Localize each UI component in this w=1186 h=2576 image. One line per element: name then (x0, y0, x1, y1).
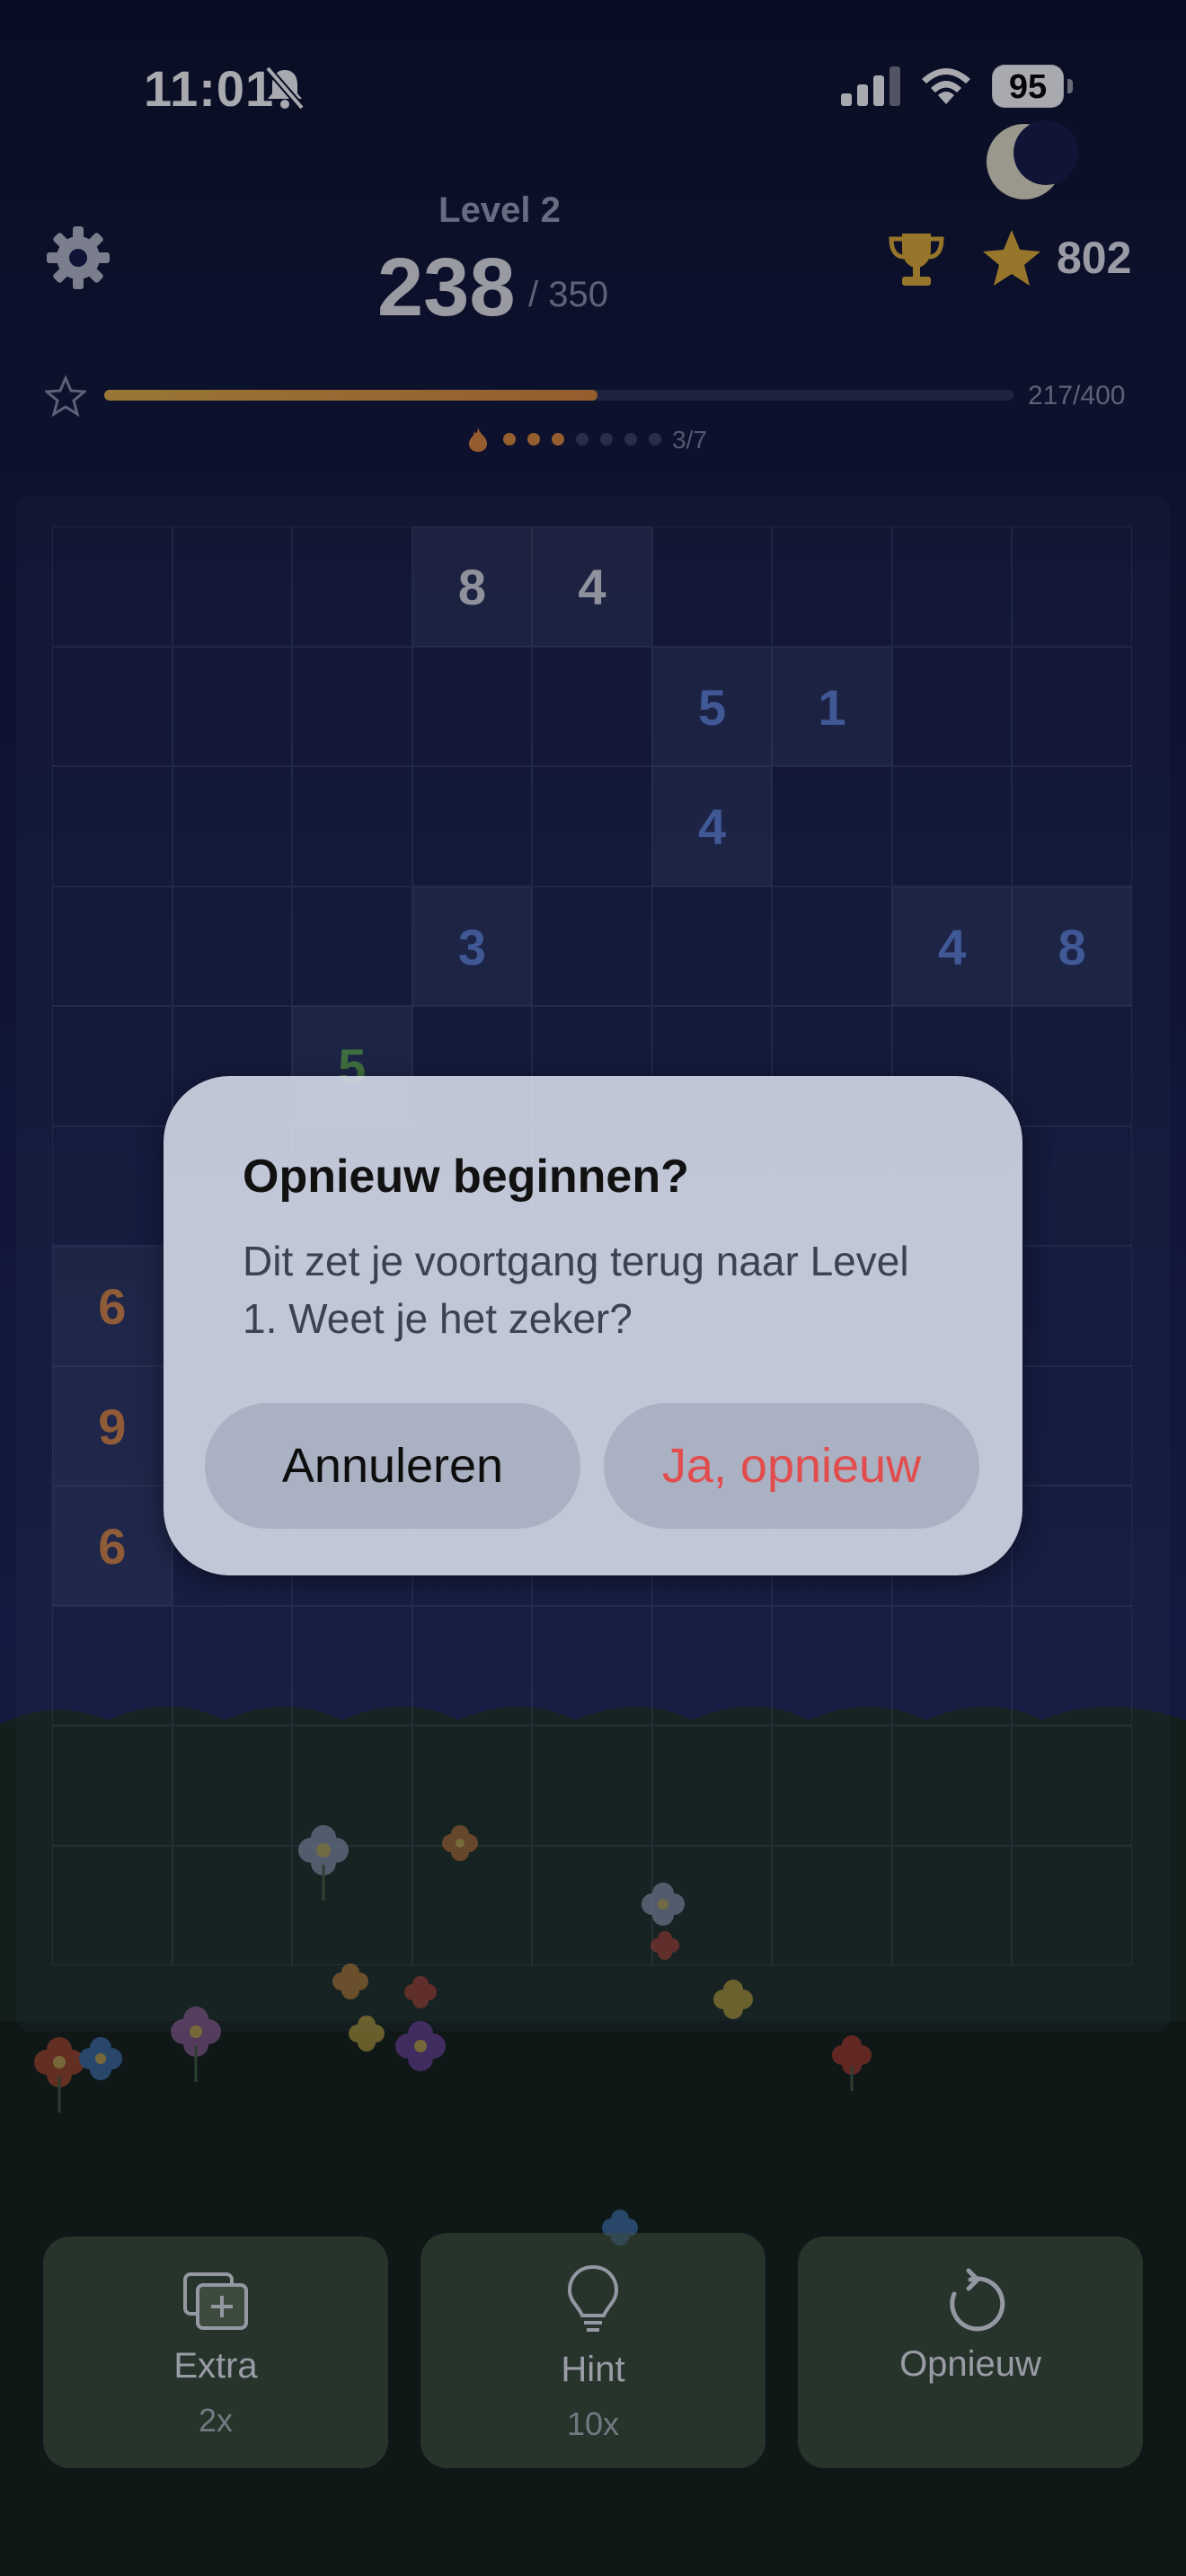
confirm-restart-button[interactable]: Ja, opnieuw (604, 1403, 979, 1529)
dialog-message: Dit zet je voortgang terug naar Level 1.… (243, 1238, 909, 1342)
cancel-button[interactable]: Annuleren (205, 1403, 580, 1529)
restart-confirm-dialog: Opnieuw beginnen? Dit zet je voortgang t… (164, 1076, 1022, 1575)
dialog-title: Opnieuw beginnen? (243, 1151, 689, 1203)
